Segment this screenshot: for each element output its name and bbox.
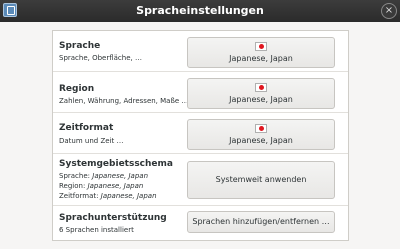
row-title-language: Sprache	[59, 41, 101, 51]
system-locale-language: Sprache: Japanese, Japan	[59, 172, 149, 180]
region-button[interactable]: Japanese, Japan	[187, 78, 335, 109]
window-title: Spracheinstellungen	[136, 4, 264, 17]
row-subtitle-language: Sprache, Oberfläche, …	[59, 54, 142, 62]
row-title-system-locale: Systemgebietsschema	[59, 159, 173, 169]
row-title-time-format: Zeitformat	[59, 123, 114, 133]
flag-japan-icon	[255, 83, 267, 92]
settings-panel: Sprache Sprache, Oberfläche, … Japanese,…	[52, 30, 349, 241]
settings-window: Spracheinstellungen × Sprache Sprache, O…	[0, 0, 400, 249]
row-subtitle-region: Zahlen, Währung, Adressen, Maße …	[59, 97, 189, 105]
time-format-button[interactable]: Japanese, Japan	[187, 119, 335, 150]
row-region: Region Zahlen, Währung, Adressen, Maße ……	[53, 72, 348, 113]
row-language-support: Sprachunterstützung 6 Sprachen installie…	[53, 206, 348, 240]
row-title-language-support: Sprachunterstützung	[59, 213, 167, 223]
row-title-region: Region	[59, 84, 95, 94]
apply-system-wide-button[interactable]: Systemweit anwenden	[187, 161, 335, 199]
system-locale-time-format: Zeitformat: Japanese, Japan	[59, 192, 157, 200]
system-locale-region: Region: Japanese, Japan	[59, 182, 144, 190]
title-bar[interactable]: Spracheinstellungen ×	[0, 0, 400, 22]
language-button[interactable]: Japanese, Japan	[187, 37, 335, 68]
time-format-button-label: Japanese, Japan	[229, 136, 293, 145]
flag-japan-icon	[255, 42, 267, 51]
row-language: Sprache Sprache, Oberfläche, … Japanese,…	[53, 31, 348, 72]
add-remove-languages-button[interactable]: Sprachen hinzufügen/entfernen …	[187, 211, 335, 233]
close-button[interactable]: ×	[381, 3, 397, 19]
row-system-locale: Systemgebietsschema Sprache: Japanese, J…	[53, 154, 348, 206]
region-button-label: Japanese, Japan	[229, 95, 293, 104]
flag-japan-icon	[255, 124, 267, 133]
language-button-label: Japanese, Japan	[229, 54, 293, 63]
row-subtitle-time-format: Datum und Zeit …	[59, 137, 124, 145]
row-subtitle-language-support: 6 Sprachen installiert	[59, 226, 134, 234]
row-time-format: Zeitformat Datum und Zeit … Japanese, Ja…	[53, 113, 348, 154]
